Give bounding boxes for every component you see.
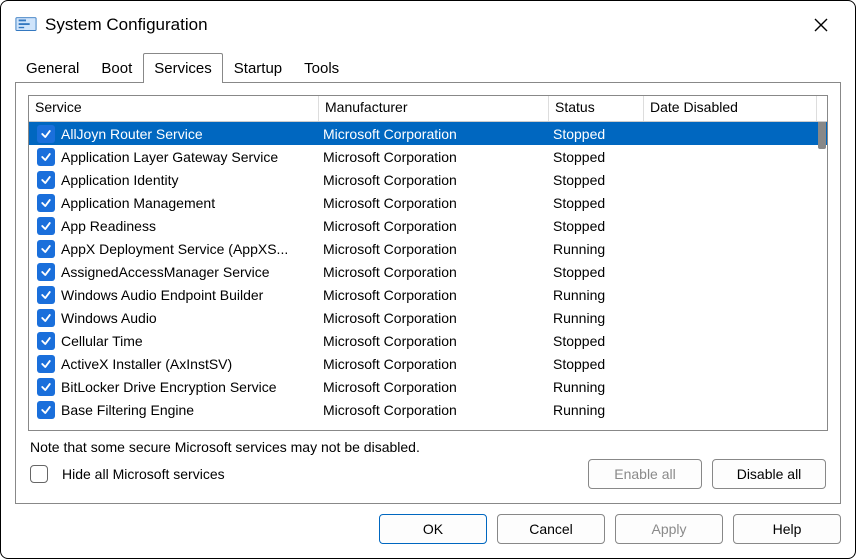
tab-boot[interactable]: Boot bbox=[90, 53, 143, 83]
dialog-footer: OK Cancel Apply Help bbox=[1, 504, 855, 558]
service-checkbox[interactable] bbox=[37, 355, 55, 373]
service-checkbox[interactable] bbox=[37, 240, 55, 258]
services-rows[interactable]: AllJoyn Router Service Microsoft Corporat… bbox=[29, 122, 827, 430]
service-name: BitLocker Drive Encryption Service bbox=[61, 379, 277, 395]
column-headers[interactable]: Service Manufacturer Status Date Disable… bbox=[29, 96, 827, 122]
disable-all-button[interactable]: Disable all bbox=[712, 459, 826, 489]
manufacturer: Microsoft Corporation bbox=[319, 126, 549, 142]
table-row[interactable]: Windows Audio Endpoint Builder Microsoft … bbox=[29, 283, 827, 306]
service-name: AppX Deployment Service (AppXS... bbox=[61, 241, 288, 257]
col-status[interactable]: Status bbox=[549, 96, 644, 121]
manufacturer: Microsoft Corporation bbox=[319, 218, 549, 234]
manufacturer: Microsoft Corporation bbox=[319, 356, 549, 372]
manufacturer: Microsoft Corporation bbox=[319, 402, 549, 418]
table-row[interactable]: Cellular Time Microsoft CorporationStoppe… bbox=[29, 329, 827, 352]
services-list: Service Manufacturer Status Date Disable… bbox=[28, 95, 828, 431]
status: Running bbox=[549, 379, 644, 395]
note-text: Note that some secure Microsoft services… bbox=[16, 435, 840, 457]
tab-services[interactable]: Services bbox=[143, 53, 223, 83]
table-row[interactable]: ActiveX Installer (AxInstSV) Microsoft Co… bbox=[29, 352, 827, 375]
status: Stopped bbox=[549, 172, 644, 188]
service-checkbox[interactable] bbox=[37, 378, 55, 396]
manufacturer: Microsoft Corporation bbox=[319, 172, 549, 188]
table-row[interactable]: BitLocker Drive Encryption Service Micros… bbox=[29, 375, 827, 398]
cancel-button[interactable]: Cancel bbox=[497, 514, 605, 544]
close-icon[interactable] bbox=[809, 13, 833, 37]
service-name: Windows Audio bbox=[61, 310, 157, 326]
tab-tools[interactable]: Tools bbox=[293, 53, 350, 83]
manufacturer: Microsoft Corporation bbox=[319, 379, 549, 395]
service-name: Windows Audio Endpoint Builder bbox=[61, 287, 263, 303]
manufacturer: Microsoft Corporation bbox=[319, 287, 549, 303]
status: Stopped bbox=[549, 195, 644, 211]
apply-button[interactable]: Apply bbox=[615, 514, 723, 544]
enable-all-button[interactable]: Enable all bbox=[588, 459, 702, 489]
service-checkbox[interactable] bbox=[37, 286, 55, 304]
service-name: ActiveX Installer (AxInstSV) bbox=[61, 356, 232, 372]
service-checkbox[interactable] bbox=[37, 332, 55, 350]
window-title: System Configuration bbox=[45, 15, 809, 35]
service-checkbox[interactable] bbox=[37, 401, 55, 419]
table-row[interactable]: AppX Deployment Service (AppXS... Microso… bbox=[29, 237, 827, 260]
table-row[interactable]: Application Management Microsoft Corporat… bbox=[29, 191, 827, 214]
tabstrip: General Boot Services Startup Tools bbox=[1, 49, 855, 83]
service-checkbox[interactable] bbox=[37, 171, 55, 189]
status: Stopped bbox=[549, 264, 644, 280]
system-configuration-window: System Configuration General Boot Servic… bbox=[0, 0, 856, 559]
app-icon bbox=[15, 14, 37, 36]
tab-general[interactable]: General bbox=[15, 53, 90, 83]
status: Stopped bbox=[549, 356, 644, 372]
manufacturer: Microsoft Corporation bbox=[319, 241, 549, 257]
service-checkbox[interactable] bbox=[37, 309, 55, 327]
service-name: AssignedAccessManager Service bbox=[61, 264, 270, 280]
service-checkbox[interactable] bbox=[37, 194, 55, 212]
scrollbar-thumb[interactable] bbox=[818, 122, 826, 149]
table-row[interactable]: Base Filtering Engine Microsoft Corporati… bbox=[29, 398, 827, 421]
titlebar: System Configuration bbox=[1, 1, 855, 49]
manufacturer: Microsoft Corporation bbox=[319, 310, 549, 326]
service-name: Cellular Time bbox=[61, 333, 143, 349]
col-manufacturer[interactable]: Manufacturer bbox=[319, 96, 549, 121]
status: Stopped bbox=[549, 126, 644, 142]
manufacturer: Microsoft Corporation bbox=[319, 149, 549, 165]
manufacturer: Microsoft Corporation bbox=[319, 264, 549, 280]
service-checkbox[interactable] bbox=[37, 263, 55, 281]
tabpage-services: Service Manufacturer Status Date Disable… bbox=[15, 83, 841, 504]
col-date-disabled[interactable]: Date Disabled bbox=[644, 96, 817, 121]
manufacturer: Microsoft Corporation bbox=[319, 333, 549, 349]
service-name: Application Identity bbox=[61, 172, 179, 188]
status: Running bbox=[549, 310, 644, 326]
status: Stopped bbox=[549, 149, 644, 165]
service-name: Application Management bbox=[61, 195, 215, 211]
service-checkbox[interactable] bbox=[37, 125, 55, 143]
hide-microsoft-checkbox[interactable] bbox=[30, 465, 48, 483]
table-row[interactable]: App Readiness Microsoft CorporationStoppe… bbox=[29, 214, 827, 237]
service-name: Application Layer Gateway Service bbox=[61, 149, 278, 165]
table-row[interactable]: Application Layer Gateway Service Microso… bbox=[29, 145, 827, 168]
status: Stopped bbox=[549, 333, 644, 349]
service-checkbox[interactable] bbox=[37, 217, 55, 235]
status: Running bbox=[549, 287, 644, 303]
service-name: Base Filtering Engine bbox=[61, 402, 194, 418]
status: Stopped bbox=[549, 218, 644, 234]
table-row[interactable]: Windows Audio Microsoft CorporationRunnin… bbox=[29, 306, 827, 329]
col-service[interactable]: Service bbox=[29, 96, 319, 121]
service-name: AllJoyn Router Service bbox=[61, 126, 203, 142]
ok-button[interactable]: OK bbox=[379, 514, 487, 544]
service-checkbox[interactable] bbox=[37, 148, 55, 166]
table-row[interactable]: AllJoyn Router Service Microsoft Corporat… bbox=[29, 122, 827, 145]
help-button[interactable]: Help bbox=[733, 514, 841, 544]
hide-microsoft-label[interactable]: Hide all Microsoft services bbox=[62, 466, 225, 482]
tab-startup[interactable]: Startup bbox=[223, 53, 293, 83]
status: Running bbox=[549, 402, 644, 418]
manufacturer: Microsoft Corporation bbox=[319, 195, 549, 211]
service-name: App Readiness bbox=[61, 218, 156, 234]
status: Running bbox=[549, 241, 644, 257]
table-row[interactable]: Application Identity Microsoft Corporatio… bbox=[29, 168, 827, 191]
table-row[interactable]: AssignedAccessManager Service Microsoft C… bbox=[29, 260, 827, 283]
